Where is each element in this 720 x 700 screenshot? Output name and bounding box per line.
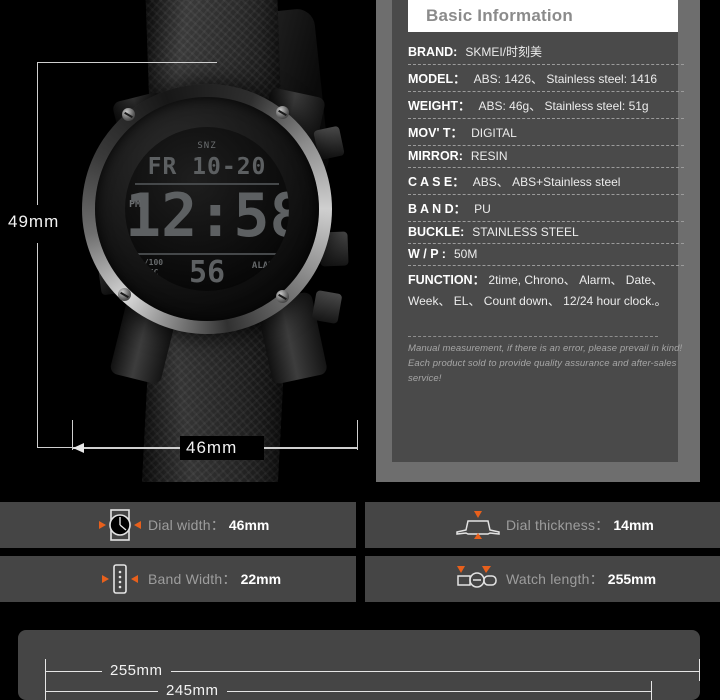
width-dimension-label: 46mm <box>186 438 238 457</box>
dial-thickness-icon <box>450 508 506 542</box>
spec-key-case: C A S E： <box>408 175 465 189</box>
spec-value-water-resistance: 50M <box>453 247 478 261</box>
case-screw-top-right <box>276 106 289 119</box>
spec-list: BRAND: SKMEI/时刻美 MODEL： ABS: 1426、 Stain… <box>408 40 684 386</box>
case-screw-top-left <box>122 108 135 121</box>
spec-key-mirror: MIRROR: <box>408 149 463 163</box>
spec-row-function: FUNCTION： 2time, Chrono、 Alarm、 Date、 We… <box>408 266 684 314</box>
spec-value-model: ABS: 1426、 Stainless steel: 1416 <box>473 72 658 86</box>
spec-row-mirror: MIRROR: RESIN <box>408 146 684 168</box>
info-strip-band-width: Band Width： 22mm <box>0 556 356 602</box>
height-dimension-label: 49mm <box>8 212 60 231</box>
spec-note-2: Each product sold to provide quality ass… <box>408 358 677 384</box>
info-strip-dial-width: Dial width： 46mm <box>0 502 356 548</box>
spec-row-buckle: BUCKLE: STAINLESS STEEL <box>408 222 684 244</box>
spec-key-brand: BRAND: <box>408 45 458 59</box>
info-strip-watch-length: Watch length： 255mm <box>365 556 720 602</box>
spec-key-water-resistance: W / P : <box>408 247 446 261</box>
watch-dial: SNZ FR 10-20 PM 12:58 1/100 SEC ◖ 56 ALA… <box>125 127 289 291</box>
strip-value-dial-width: 46mm <box>228 517 270 533</box>
spec-value-case: ABS、 ABS+Stainless steel <box>472 175 621 189</box>
product-photo-panel: SNZ FR 10-20 PM 12:58 1/100 SEC ◖ 56 ALA… <box>0 0 362 482</box>
width-dimension-arrow-left <box>73 443 84 453</box>
lcd-date: FR 10-20 <box>147 154 267 180</box>
bell-icon: 🔔 <box>255 277 269 290</box>
spec-value-brand: SKMEI/时刻美 <box>465 45 542 59</box>
length-inner-dimension-tick-right <box>651 681 652 700</box>
product-detail-page: SNZ FR 10-20 PM 12:58 1/100 SEC ◖ 56 ALA… <box>0 0 720 700</box>
case-screw-bottom-left <box>118 288 131 301</box>
spec-panel-title: Basic Information <box>426 6 573 25</box>
length-outer-label: 255mm <box>102 662 171 679</box>
strip-value-dial-thickness: 14mm <box>613 517 654 533</box>
spec-note-divider <box>408 336 658 337</box>
strip-value-watch-length: 255mm <box>607 571 657 587</box>
lcd-alarm-indicator: ALARM <box>251 261 279 271</box>
spec-key-band: B A N D： <box>408 202 467 216</box>
spec-key-buckle: BUCKLE: <box>408 225 465 239</box>
spec-note-1: Manual measurement, if there is an error… <box>408 343 683 354</box>
spec-row-movement: MOV' T： DIGITAL <box>408 119 684 146</box>
spec-value-weight: ABS: 46g、 Stainless steel: 51g <box>478 99 649 113</box>
spec-key-model: MODEL： <box>408 72 466 86</box>
length-inner-label: 245mm <box>158 682 227 699</box>
strip-value-band-width: 22mm <box>240 571 282 587</box>
info-strip-dial-thickness: Dial thickness： 14mm <box>365 502 720 548</box>
spec-row-model: MODEL： ABS: 1426、 Stainless steel: 1416 <box>408 65 684 92</box>
strip-label-band-width: Band Width： <box>148 571 237 587</box>
watch-pusher-bottom-right <box>311 289 343 325</box>
spec-row-case: C A S E： ABS、 ABS+Stainless steel <box>408 168 684 195</box>
spec-value-movement: DIGITAL <box>471 126 517 140</box>
spec-function-line1: FUNCTION： 2time, Chrono、 Alarm、 Date、 <box>408 270 684 291</box>
lcd-snooze-indicator: SNZ <box>197 141 217 151</box>
spec-row-band: B A N D： PU <box>408 195 684 222</box>
dial-width-icon <box>92 508 148 542</box>
watch-bezel-inner: SNZ FR 10-20 PM 12:58 1/100 SEC ◖ 56 ALA… <box>95 97 319 321</box>
lcd-time: 12:58 <box>125 181 289 251</box>
spec-panel-header: Basic Information <box>408 0 678 32</box>
width-dimension-tick-right <box>357 420 358 450</box>
case-screw-bottom-right <box>276 290 289 303</box>
spec-value-mirror: RESIN <box>470 149 508 163</box>
strip-label-dial-width: Dial width： <box>148 517 225 533</box>
spec-key-weight: WEIGHT： <box>408 99 471 113</box>
spec-row-weight: WEIGHT： ABS: 46g、 Stainless steel: 51g <box>408 92 684 119</box>
length-outer-dimension-tick-right <box>699 659 700 681</box>
band-width-icon <box>92 562 148 596</box>
spec-row-brand: BRAND: SKMEI/时刻美 <box>408 40 684 65</box>
spec-row-water-resistance: W / P : 50M <box>408 244 684 266</box>
spec-value-buckle: STAINLESS STEEL <box>472 225 579 239</box>
lcd-display: SNZ FR 10-20 PM 12:58 1/100 SEC ◖ 56 ALA… <box>125 127 289 291</box>
strip-label-dial-thickness: Dial thickness： <box>506 517 610 533</box>
spec-function-text-line2: Week、 EL、 Count down、 12/24 hour clock.。 <box>408 294 667 308</box>
height-dimension-line <box>37 62 38 447</box>
spec-key-function: FUNCTION： <box>408 273 486 287</box>
watch-length-icon <box>450 562 506 596</box>
strip-label-watch-length: Watch length： <box>506 571 604 587</box>
spec-key-movement: MOV' T： <box>408 126 464 140</box>
watch-product-image: SNZ FR 10-20 PM 12:58 1/100 SEC ◖ 56 ALA… <box>0 0 362 482</box>
height-dimension-tick-top <box>37 62 217 63</box>
length-inner-dimension-line <box>45 691 652 692</box>
length-dimension-tick-left <box>45 659 46 700</box>
spec-function-text-line1: 2time, Chrono、 Alarm、 Date、 <box>488 273 664 287</box>
spec-value-band: PU <box>474 202 491 216</box>
